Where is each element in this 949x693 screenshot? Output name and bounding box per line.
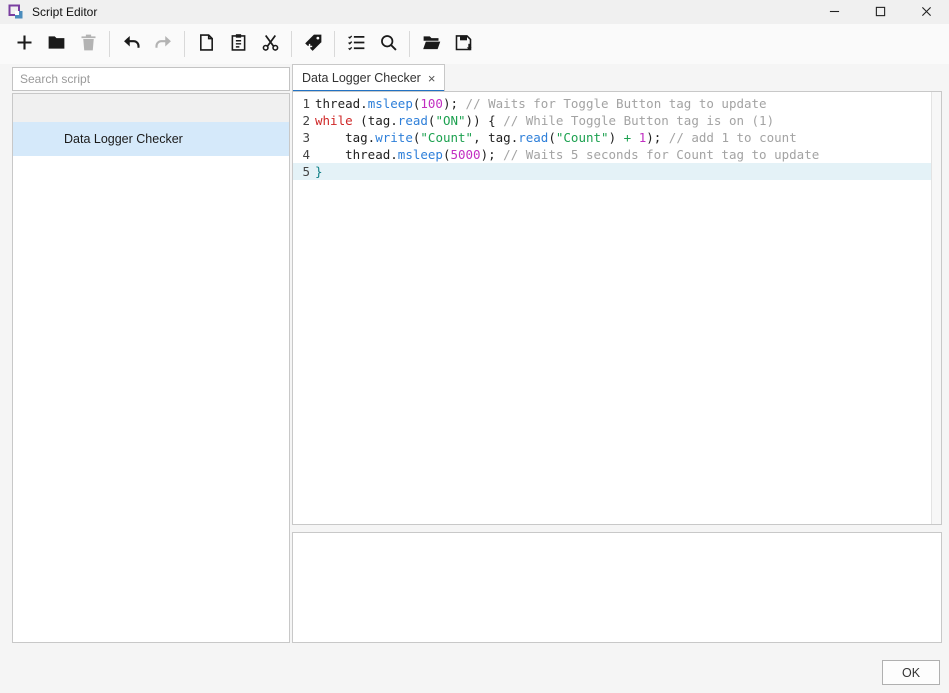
open-button[interactable] xyxy=(417,30,445,58)
window-controls xyxy=(811,0,949,24)
search-button[interactable] xyxy=(374,30,402,58)
code-text: } xyxy=(315,163,323,180)
code-text: thread.msleep(100); // Waits for Toggle … xyxy=(315,95,767,112)
script-file-icon xyxy=(40,130,64,149)
undo-button[interactable] xyxy=(117,30,145,58)
sort-order-button[interactable] xyxy=(43,96,67,120)
code-editor[interactable]: 1 thread.msleep(100); // Waits for Toggle… xyxy=(292,91,942,525)
line-number: 4 xyxy=(298,146,310,163)
toolbar-separator xyxy=(184,31,185,57)
script-list-button[interactable] xyxy=(342,30,370,58)
undo-icon xyxy=(121,32,142,56)
folder-open-icon xyxy=(421,32,442,56)
code-text: while (tag.read("ON")) { // While Toggle… xyxy=(315,112,774,129)
code-text: tag.write("Count", tag.read("Count") + 1… xyxy=(315,129,797,146)
search-icon xyxy=(378,32,399,56)
cut-icon xyxy=(260,32,281,56)
main-toolbar xyxy=(0,24,949,64)
save-icon xyxy=(453,32,474,56)
toolbar-separator xyxy=(409,31,410,57)
window-title: Script Editor xyxy=(32,5,97,19)
copy-icon xyxy=(196,32,217,56)
close-button[interactable] xyxy=(903,0,949,24)
sort-descending-icon xyxy=(23,98,40,118)
copy-button[interactable] xyxy=(192,30,220,58)
code-line[interactable]: 4 thread.msleep(5000); // Waits 5 second… xyxy=(293,146,941,163)
code-line[interactable]: 2 while (tag.read("ON")) { // While Toggl… xyxy=(293,112,941,129)
line-number: 5 xyxy=(298,163,310,180)
redo-icon xyxy=(153,32,174,56)
script-list-toolbar xyxy=(13,94,289,122)
save-button[interactable] xyxy=(449,30,477,58)
new-folder-button[interactable] xyxy=(42,30,70,58)
add-icon xyxy=(14,32,35,56)
ok-button[interactable]: OK xyxy=(882,660,940,685)
script-list-panel: Data Logger Checker xyxy=(12,93,290,643)
code-line[interactable]: 5} xyxy=(293,163,941,180)
tab-label: Data Logger Checker xyxy=(302,71,421,85)
code-line[interactable]: 3 tag.write("Count", tag.read("Count") +… xyxy=(293,129,941,146)
toolbar-separator xyxy=(291,31,292,57)
toolbar-separator xyxy=(109,31,110,57)
app-logo-icon xyxy=(8,4,24,20)
script-list-item[interactable]: Data Logger Checker xyxy=(13,122,289,156)
checklist-icon xyxy=(346,32,367,56)
output-panel[interactable] xyxy=(292,532,942,643)
paste-icon xyxy=(228,32,249,56)
code-line[interactable]: 1 thread.msleep(100); // Waits for Toggle… xyxy=(293,95,941,112)
close-icon xyxy=(921,5,932,20)
add-tag-icon xyxy=(303,32,324,56)
cut-button[interactable] xyxy=(256,30,284,58)
editor-tab-bar: Data Logger Checker × xyxy=(292,64,445,91)
redo-button[interactable] xyxy=(149,30,177,58)
minimize-icon xyxy=(829,5,840,20)
tab-close-icon[interactable]: × xyxy=(428,71,436,86)
line-number: 1 xyxy=(298,95,310,112)
editor-scrollbar[interactable] xyxy=(931,92,941,524)
tab-data-logger-checker[interactable]: Data Logger Checker × xyxy=(292,64,445,91)
trash-icon xyxy=(78,32,99,56)
toolbar-separator xyxy=(334,31,335,57)
sort-up-down-icon xyxy=(47,98,64,118)
paste-button[interactable] xyxy=(224,30,252,58)
maximize-icon xyxy=(875,5,886,20)
title-bar: Script Editor xyxy=(0,0,949,24)
line-number: 2 xyxy=(298,112,310,129)
maximize-button[interactable] xyxy=(857,0,903,24)
sort-descending-button[interactable] xyxy=(19,96,43,120)
script-item-label: Data Logger Checker xyxy=(64,132,183,146)
add-tag-button[interactable] xyxy=(299,30,327,58)
folder-icon xyxy=(46,32,67,56)
delete-button[interactable] xyxy=(74,30,102,58)
search-input[interactable] xyxy=(12,67,290,91)
add-script-button[interactable] xyxy=(10,30,38,58)
line-number: 3 xyxy=(298,129,310,146)
script-list: Data Logger Checker xyxy=(13,122,289,156)
code-text: thread.msleep(5000); // Waits 5 seconds … xyxy=(315,146,819,163)
minimize-button[interactable] xyxy=(811,0,857,24)
